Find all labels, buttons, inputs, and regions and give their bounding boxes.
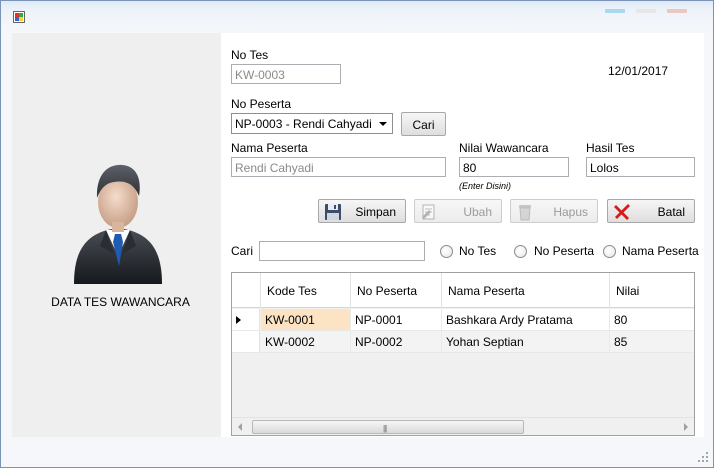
form-client-area: DATA TES WAWANCARA No Tes KW-0003 12/01/… [12,33,704,437]
cell-nilai[interactable]: 80 [610,309,694,331]
no-peserta-dropdown[interactable]: NP-0003 - Rendi Cahyadi [231,113,393,134]
hapus-label: Hapus [553,205,588,219]
cell-nama-peserta[interactable]: Bashkara Ardy Pratama [442,309,610,331]
trash-icon [519,205,531,221]
app-window: DATA TES WAWANCARA No Tes KW-0003 12/01/… [0,0,714,468]
cell-kode-tes[interactable]: KW-0002 [261,331,351,353]
simpan-label: Simpan [355,205,396,219]
minimize-button[interactable] [605,9,625,13]
ubah-button[interactable]: Ubah [414,199,502,223]
radio-no-peserta[interactable] [514,245,527,258]
table-row[interactable]: KW-0002 NP-0002 Yohan Septian 85 [232,331,694,353]
hasil-tes-label: Hasil Tes [586,141,635,155]
cell-nama-peserta[interactable]: Yohan Septian [442,331,610,353]
no-tes-label: No Tes [231,48,269,62]
hapus-button[interactable]: Hapus [510,199,598,223]
edit-document-icon [422,204,435,220]
horizontal-scrollbar[interactable]: ||| [232,417,694,435]
no-tes-field[interactable]: KW-0003 [231,64,341,84]
chevron-down-icon [379,122,387,126]
scroll-right-icon[interactable] [684,423,688,431]
resize-grip-icon[interactable] [697,451,709,463]
date-label: 12/01/2017 [608,64,669,78]
row-header[interactable] [232,331,260,353]
column-header-nilai[interactable]: Nilai [610,273,694,308]
grid-header: Kode Tes No Peserta Nama Peserta Nilai [232,273,694,308]
radio-no-tes-label: No Tes [459,244,497,258]
nama-peserta-field[interactable]: Rendi Cahyadi [231,157,446,177]
radio-no-tes[interactable] [440,245,453,258]
row-header[interactable] [232,309,260,331]
ubah-label: Ubah [463,205,492,219]
batal-label: Batal [657,205,685,219]
column-header-nama-peserta[interactable]: Nama Peserta [442,273,610,308]
radio-nama-peserta[interactable] [603,245,616,258]
scroll-left-icon[interactable] [238,423,242,431]
no-peserta-selected: NP-0003 - Rendi Cahyadi [235,117,372,131]
cari-label: Cari [231,244,254,258]
cell-nilai[interactable]: 85 [610,331,694,353]
hasil-tes-field[interactable]: Lolos [586,157,695,177]
cell-no-peserta[interactable]: NP-0001 [351,309,442,331]
data-grid[interactable]: Kode Tes No Peserta Nama Peserta Nilai K… [231,272,695,436]
table-row[interactable]: KW-0001 NP-0001 Bashkara Ardy Pratama 80 [232,309,694,331]
maximize-button[interactable] [636,9,656,13]
app-icon [13,11,25,23]
cell-no-peserta[interactable]: NP-0002 [351,331,442,353]
nilai-hint: (Enter Disini) [459,181,512,191]
current-row-arrow-icon [236,316,241,324]
panel-title: DATA TES WAWANCARA [51,295,190,309]
nilai-wawancara-field[interactable]: 80 [459,157,569,177]
no-peserta-label: No Peserta [231,97,292,111]
left-panel: DATA TES WAWANCARA [12,33,221,437]
simpan-button[interactable]: Simpan [318,199,406,223]
batal-button[interactable]: Batal [607,199,695,223]
floppy-disk-icon [325,204,341,220]
column-header-kode-tes[interactable]: Kode Tes [261,273,351,308]
cari-button[interactable]: Cari [401,112,446,136]
businessman-avatar-icon [74,164,162,284]
cell-kode-tes[interactable]: KW-0001 [261,309,351,331]
radio-nama-peserta-label: Nama Peserta [622,244,699,258]
scrollbar-thumb[interactable]: ||| [252,420,524,434]
row-header-corner [232,273,261,308]
close-button[interactable] [667,9,687,13]
grip-icon: ||| [383,424,387,433]
red-x-icon [614,204,630,220]
title-bar [1,1,713,31]
column-header-no-peserta[interactable]: No Peserta [351,273,442,308]
search-input[interactable] [259,241,425,261]
nama-peserta-label: Nama Peserta [231,141,308,155]
radio-no-peserta-label: No Peserta [534,244,595,258]
nilai-wawancara-label: Nilai Wawancara [459,141,549,155]
